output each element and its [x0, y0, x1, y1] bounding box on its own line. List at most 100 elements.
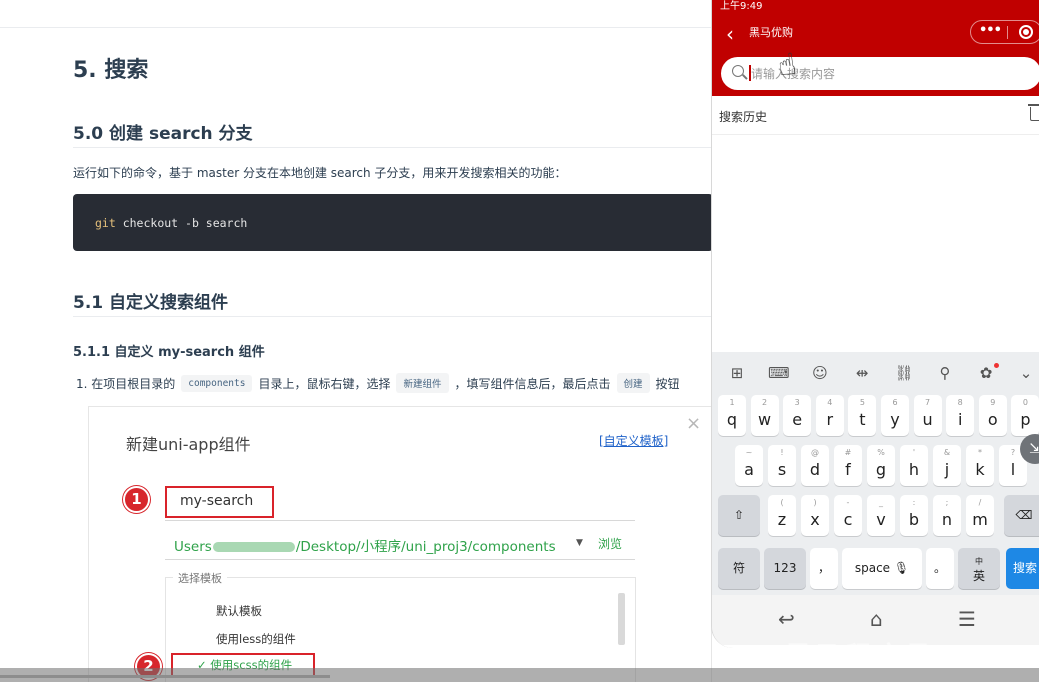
close-target-icon[interactable] [1019, 25, 1033, 39]
custom-template-link[interactable]: [自定义模板] [599, 432, 668, 449]
component-path[interactable]: Users/Desktop/小程序/uni_proj3/components [174, 535, 556, 555]
nav-bar: 上午9:49 ‹ 黑马优购 ••• 请输入搜索内容 ☝ [712, 0, 1039, 96]
key-m[interactable]: / m [966, 495, 994, 536]
code-keyword: git [95, 216, 116, 230]
soft-keyboard: ⊞ ⌨ ☺ ⇹ ⛓ ⚲ ✿ ⌄ 1 q 2 w 3 e 4 r 5 t 6 y 7 u 8 i 9 o 0 p ~ a! s… [712, 352, 1039, 595]
shift-key[interactable]: ⇧ [718, 495, 760, 536]
key-w[interactable]: 2w [750, 395, 779, 436]
inline-code-components: components [181, 374, 253, 392]
number-key[interactable]: 123 [764, 548, 806, 589]
key-alt-label: 1 [729, 398, 735, 407]
key-j[interactable]: & j [933, 445, 961, 486]
phone-simulator: 上午9:49 ‹ 黑马优购 ••• 请输入搜索内容 ☝ 搜索历史 ⊞ ⌨ ☺ ⇹… [711, 0, 1039, 648]
cursor-move-icon[interactable]: ⇹ [852, 364, 872, 382]
key-o[interactable]: 9o [978, 395, 1007, 436]
key-label: f [845, 460, 851, 479]
backspace-key[interactable]: ⌫ [1004, 495, 1039, 536]
chevron-down-icon[interactable]: ⌄ [1016, 364, 1036, 382]
key-r[interactable]: 4r [815, 395, 844, 436]
key-alt-label: / [978, 498, 982, 507]
key-z[interactable]: (z [768, 495, 796, 536]
dialog-title: 新建uni-app组件 [126, 435, 251, 454]
close-icon[interactable]: × [686, 413, 701, 434]
key-label: w [758, 410, 772, 429]
template-option-default[interactable]: 默认模板 [216, 603, 262, 619]
key-label: o [987, 410, 998, 429]
key-h[interactable]: ' h [900, 445, 928, 486]
search-history-label: 搜索历史 [719, 110, 768, 124]
key-label: l [1010, 460, 1016, 479]
key-label: g [875, 460, 887, 479]
key-t[interactable]: 5t [848, 395, 877, 436]
key-label: i [957, 410, 963, 429]
space-label: space [854, 561, 891, 575]
key-d[interactable]: @ d [801, 445, 829, 486]
video-progress-fill [0, 675, 330, 678]
key-label: z [777, 510, 787, 529]
intro-text: 运行如下的命令，基于 master 分支在本地创建 search 子分支，用来开… [73, 166, 567, 180]
symbol-key[interactable]: 符 [718, 548, 760, 589]
key-y[interactable]: 6y [881, 395, 909, 436]
skin-icon[interactable]: ✿ [976, 364, 996, 382]
browse-button[interactable]: 浏览 [598, 535, 622, 552]
key-n[interactable]: ; n [933, 495, 961, 536]
code-line: git checkout -b search [95, 216, 247, 230]
menu-icon[interactable]: ☰ [958, 607, 976, 631]
search-icon[interactable]: ⚲ [935, 364, 955, 382]
key-k[interactable]: * k [966, 445, 994, 486]
link-icon[interactable]: ⛓ [894, 364, 914, 382]
home-icon[interactable]: ⌂ [870, 607, 883, 631]
trash-icon[interactable] [1028, 104, 1039, 121]
back-nav-icon[interactable]: ↩ [778, 607, 795, 631]
language-key[interactable]: 中英 [958, 548, 1000, 589]
inline-code-new-component: 新建组件 [396, 373, 449, 393]
key-e[interactable]: 3e [783, 395, 812, 436]
menu-capsule[interactable]: ••• [970, 20, 1039, 44]
key-alt-label: ~ [745, 448, 753, 457]
space-key[interactable]: space 🎙 [842, 548, 922, 589]
key-v[interactable]: _ v [867, 495, 895, 536]
key-g[interactable]: % g [867, 445, 895, 486]
template-option-less[interactable]: 使用less的组件 [216, 631, 296, 647]
keyboard-toolbar: ⊞ ⌨ ☺ ⇹ ⛓ ⚲ ✿ ⌄ [712, 352, 1039, 395]
chevron-down-icon[interactable]: ▼ [576, 538, 583, 548]
key-alt-label: % [877, 448, 885, 457]
more-dots-icon[interactable]: ••• [979, 23, 1002, 38]
key-label: r [826, 410, 834, 429]
keyboard-icon[interactable]: ⌨ [768, 364, 790, 382]
step-1-text: 1. 在项目根目录的 components 目录上，鼠标右键，选择 新建组件 ，… [76, 373, 680, 393]
key-alt-label: ) [813, 498, 817, 507]
key-i[interactable]: 8i [946, 395, 975, 436]
emoji-icon[interactable]: ☺ [810, 364, 830, 382]
heading-divider [73, 316, 712, 317]
key-x[interactable]: ) x [801, 495, 829, 536]
grid-icon[interactable]: ⊞ [727, 364, 747, 382]
component-name-field[interactable]: my-search [165, 486, 274, 518]
path-prefix: Users [174, 539, 212, 555]
key-p[interactable]: 0p [1011, 395, 1039, 436]
key-c[interactable]: -c [834, 495, 862, 536]
key-alt-label: 9 [990, 398, 996, 407]
key-label: s [777, 460, 787, 479]
key-alt-label: 0 [1022, 398, 1028, 407]
key-f[interactable]: # f [834, 445, 862, 486]
back-arrow-icon[interactable]: ‹ [726, 22, 734, 46]
key-s[interactable]: ! s [768, 445, 796, 486]
step-badge-1: 1 [123, 486, 150, 513]
step-text: 按钮 [655, 376, 680, 391]
key-label: k [975, 460, 985, 479]
key-alt-label: 5 [859, 398, 865, 407]
period-key[interactable]: 。 [926, 548, 954, 589]
key-a[interactable]: ~ a [735, 445, 763, 486]
key-q[interactable]: 1q [718, 395, 746, 436]
comma-key[interactable]: ， [810, 548, 838, 589]
search-key[interactable]: 搜索 [1006, 548, 1039, 589]
heading-create-branch: 5.0 创建 search 分支 [73, 124, 253, 144]
key-alt-label: _ [879, 498, 883, 507]
key-label: v [876, 510, 886, 529]
search-input[interactable]: 请输入搜索内容 [721, 57, 1039, 90]
key-b[interactable]: :b [900, 495, 928, 536]
key-label: b [908, 510, 920, 529]
key-u[interactable]: 7u [913, 395, 942, 436]
template-scrollbar[interactable] [618, 593, 625, 645]
